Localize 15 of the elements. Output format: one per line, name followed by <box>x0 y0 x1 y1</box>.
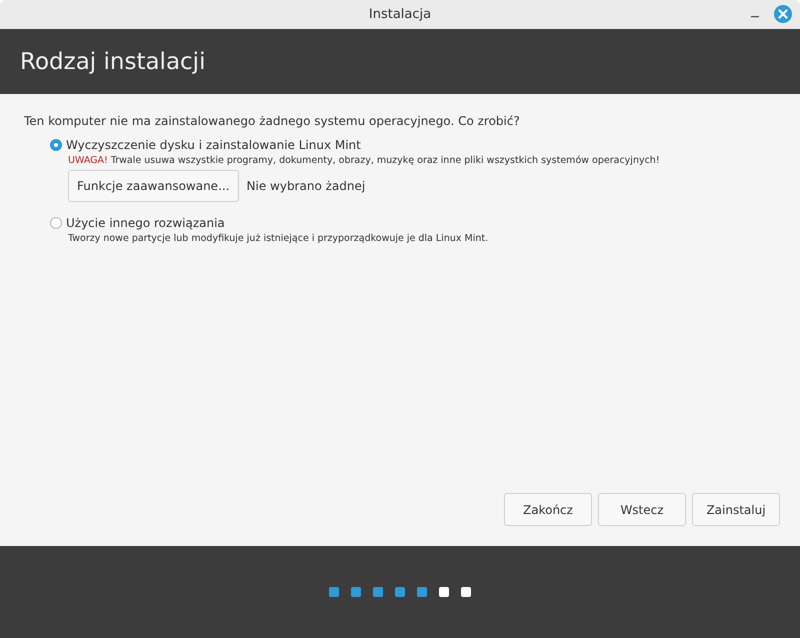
close-icon[interactable] <box>774 5 792 23</box>
radio-button[interactable] <box>50 217 62 229</box>
advanced-status: Nie wybrano żadnej <box>246 179 366 193</box>
option-label[interactable]: Użycie innego rozwiązania <box>66 216 225 230</box>
question-text: Ten komputer nie ma zainstalowanego żadnego systemu operacyjnego. Co zrobić? <box>24 114 521 128</box>
radio-button[interactable] <box>50 139 62 151</box>
advanced-features-button[interactable]: Funkcje zaawansowane... <box>68 170 239 202</box>
option-description: Tworzy nowe partycje lub modyfikuje już istniejące i przyporządkowuje je dla Linux Mint. <box>68 233 490 244</box>
nav-button[interactable]: Zainstaluj <box>692 493 780 526</box>
window-title: Instalacja <box>368 7 432 22</box>
nav-button[interactable]: Wstecz <box>598 493 686 526</box>
page-title: Rodzaj instalacji <box>20 48 206 74</box>
option-label[interactable]: Wyczyszczenie dysku i zainstalowanie Linux Mint <box>66 138 361 152</box>
nav-button[interactable]: Zakończ <box>504 493 592 526</box>
option-description: UWAGA! Trwale usuwa wszystkie programy, dokumenty, obrazy, muzykę oraz inne pliki wszystkich systemów operacyjnych! <box>68 155 661 166</box>
